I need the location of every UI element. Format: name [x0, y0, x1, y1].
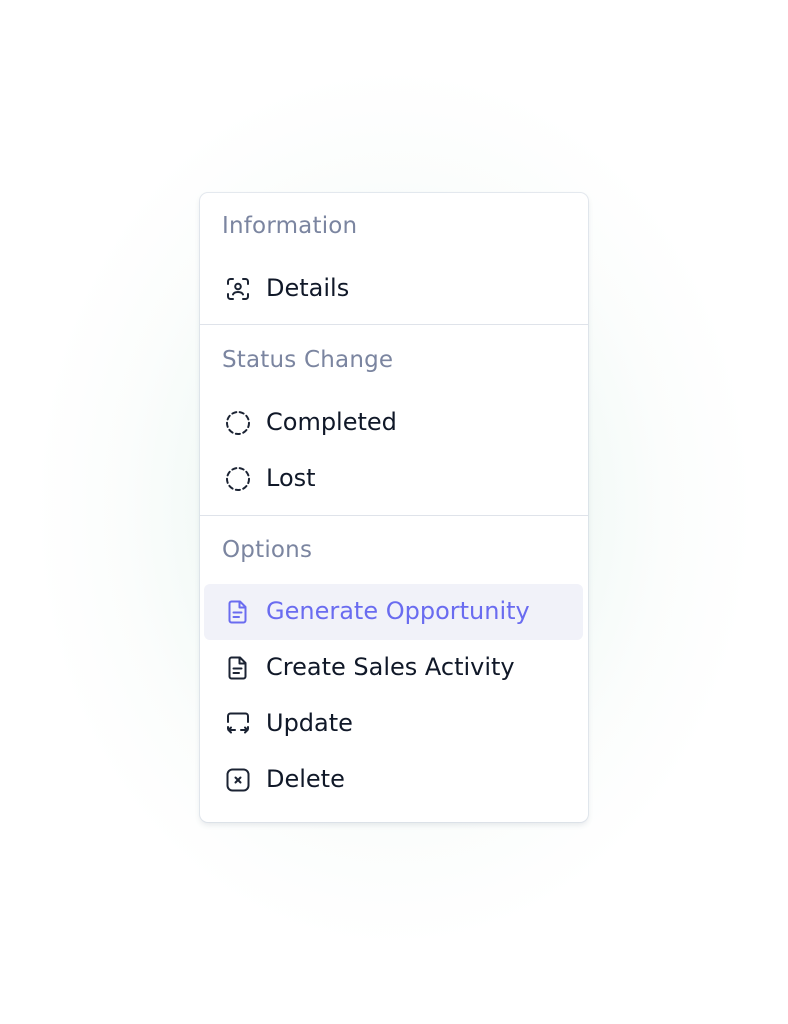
dashed-circle-icon: [224, 409, 252, 437]
menu-item-create-sales-activity[interactable]: Create Sales Activity: [204, 640, 583, 696]
menu-item-details[interactable]: Details: [204, 261, 583, 317]
document-icon: [224, 654, 252, 682]
menu-item-label: Create Sales Activity: [266, 653, 515, 681]
divider: [200, 515, 588, 516]
context-menu: Information Details Status Change Comple…: [200, 193, 588, 822]
divider: [200, 324, 588, 325]
menu-item-generate-opportunity[interactable]: Generate Opportunity: [204, 584, 583, 640]
menu-item-label: Delete: [266, 765, 345, 793]
menu-item-label: Details: [266, 274, 350, 302]
section-title-options: Options: [222, 537, 313, 563]
menu-item-label: Update: [266, 709, 353, 737]
x-square-icon: [224, 766, 252, 794]
update-arrows-icon: [224, 710, 252, 738]
menu-item-lost[interactable]: Lost: [204, 451, 583, 507]
section-title-information: Information: [222, 213, 358, 239]
menu-item-delete[interactable]: Delete: [204, 752, 583, 808]
menu-item-label: Generate Opportunity: [266, 597, 530, 625]
section-title-status-change: Status Change: [222, 347, 394, 373]
menu-item-label: Completed: [266, 408, 397, 436]
user-scan-icon: [224, 275, 252, 303]
document-icon: [224, 598, 252, 626]
menu-item-completed[interactable]: Completed: [204, 395, 583, 451]
menu-item-update[interactable]: Update: [204, 696, 583, 752]
dashed-circle-icon: [224, 465, 252, 493]
menu-item-label: Lost: [266, 464, 316, 492]
